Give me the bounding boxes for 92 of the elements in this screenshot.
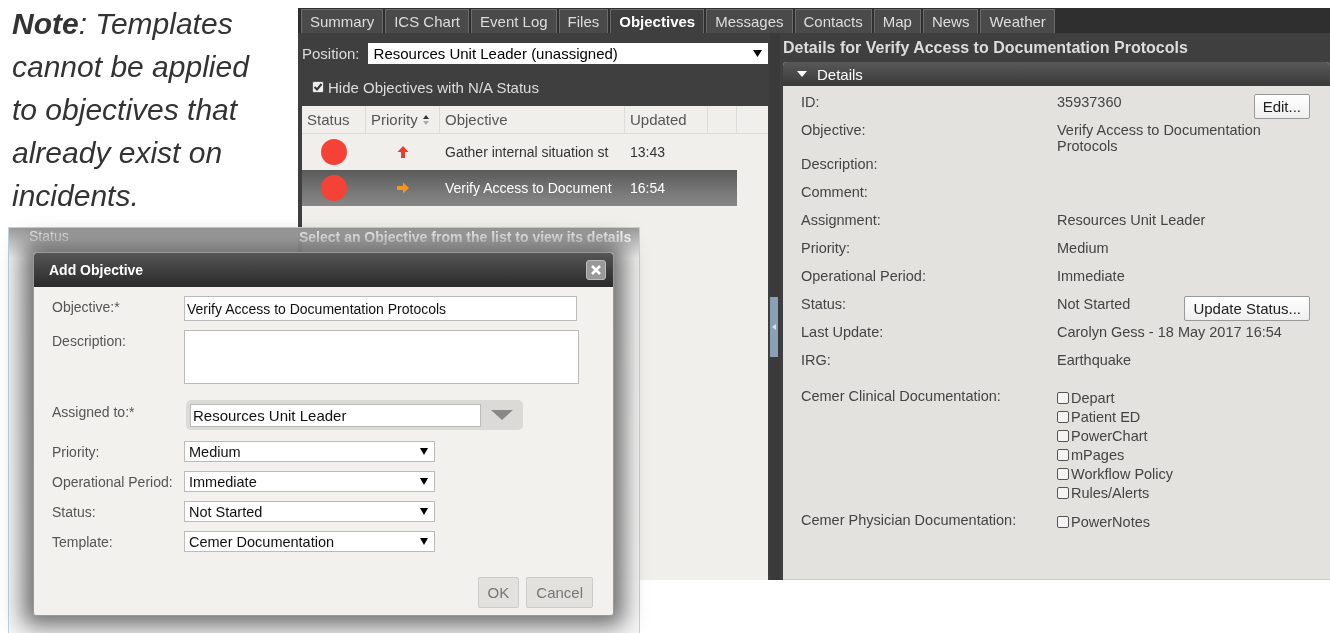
details-title: Details for Verify Access to Documentation Protocols: [783, 38, 1189, 58]
table-cell-text: 16:54: [629, 179, 667, 198]
field-label: Last Update:: [801, 323, 885, 340]
field-label: Assignment:: [801, 211, 882, 228]
column-header: Status: [29, 228, 69, 244]
field-value: Medium: [1057, 240, 1109, 256]
dialog-title: Add Objective: [49, 262, 144, 278]
field-value: Verify Access to Documentation Protocols: [1057, 122, 1261, 154]
field-label: Template:: [52, 533, 114, 550]
action-button[interactable]: Edit...: [1253, 94, 1310, 119]
field-label: Assigned to:*: [52, 403, 136, 420]
dialog-button[interactable]: Cancel: [526, 577, 593, 608]
field-label: Status:: [801, 295, 848, 312]
checkbox-label: PowerNotes: [1071, 513, 1150, 530]
field-label: Priority:: [801, 239, 852, 256]
dropdown[interactable]: Medium: [184, 441, 435, 462]
field-label: Operational Period:: [52, 473, 174, 490]
field-label: Status:: [52, 503, 97, 520]
dropdown[interactable]: Not Started: [184, 501, 435, 522]
table-cell-text: Verify Access to Document: [444, 179, 613, 198]
details-section-header[interactable]: Details: [783, 62, 1330, 86]
field-value: 35937360: [1057, 94, 1122, 110]
checkbox[interactable]: [1057, 448, 1069, 461]
field-label: Comment:: [801, 183, 869, 200]
position-dropdown[interactable]: Resources Unit Leader (unassigned): [367, 42, 768, 64]
field-label: Cemer Physician Documentation:: [801, 511, 1018, 528]
dropdown-arrow-icon: [420, 538, 428, 545]
table-row[interactable]: Gather internal situation st 13:43: [302, 134, 737, 170]
checkbox-label: Depart: [1071, 389, 1115, 406]
checkbox-label: Rules/Alerts: [1071, 484, 1150, 501]
table-cell-text: Gather internal situation st: [444, 143, 610, 162]
tab[interactable]: Weather: [980, 9, 1055, 33]
tab[interactable]: Event Log: [471, 9, 557, 33]
field-value: Resources Unit Leader: [1057, 212, 1206, 228]
table-cell-text: 13:43: [629, 143, 667, 162]
checkbox[interactable]: [312, 81, 324, 93]
field-label: Objective:: [801, 121, 867, 138]
hint-text: Select an Objective from the list to view its details: [299, 229, 632, 245]
tab[interactable]: Summary: [301, 9, 384, 33]
checkbox-label: Hide Objectives with N/A Status: [328, 78, 539, 96]
checkbox[interactable]: [1057, 467, 1069, 480]
dropdown-arrow-icon: [753, 49, 762, 57]
field-label: Description:: [52, 332, 127, 349]
field-label: Description:: [801, 155, 879, 172]
field-value: Not Started: [1057, 296, 1131, 312]
tab[interactable]: Map: [873, 9, 921, 33]
field-label: Objective:*: [52, 298, 121, 315]
dialog-button[interactable]: OK: [477, 577, 520, 608]
column-header[interactable]: Status: [302, 106, 366, 133]
field-label: Cemer Clinical Documentation:: [801, 387, 1002, 404]
column-header[interactable]: Priority: [366, 106, 440, 133]
dropdown[interactable]: Immediate: [184, 471, 435, 492]
tab[interactable]: ICS Chart: [385, 9, 470, 33]
checkbox-label: Workflow Policy: [1071, 465, 1174, 482]
field-label: Operational Period:: [801, 267, 927, 284]
position-label: Position:: [302, 44, 360, 62]
table-row[interactable]: Verify Access to Document 16:54: [302, 170, 737, 206]
tab[interactable]: News: [922, 9, 979, 33]
column-header[interactable]: Updated: [625, 106, 708, 133]
dropdown-arrow-icon: [420, 478, 428, 485]
action-button[interactable]: Update Status...: [1184, 296, 1310, 321]
combo-box[interactable]: Resources Unit Leader: [186, 400, 523, 430]
checkbox[interactable]: [1057, 429, 1069, 442]
field-label: IRG:: [801, 351, 832, 368]
checkbox-label: mPages: [1071, 446, 1125, 463]
checkbox[interactable]: [1057, 515, 1069, 528]
dropdown-arrow-icon: [491, 410, 513, 420]
tab[interactable]: Messages: [706, 9, 793, 33]
checkbox-label: PowerChart: [1071, 427, 1148, 444]
field-label: ID:: [801, 93, 821, 110]
description-field[interactable]: [184, 330, 579, 384]
caret-icon: [797, 71, 807, 77]
column-header[interactable]: Objective: [440, 106, 625, 133]
checkbox[interactable]: [1057, 410, 1069, 423]
checkbox-label: Patient ED: [1071, 408, 1141, 425]
dropdown-arrow-icon: [420, 508, 428, 515]
field-value: Immediate: [1057, 268, 1125, 284]
note-text: Note: Templates cannot be applied to objectives that already exist on incidents.: [12, 6, 251, 214]
close-icon: [591, 265, 601, 275]
checkbox[interactable]: [1057, 486, 1069, 499]
objective-input[interactable]: Verify Access to Documentation Protocols: [184, 296, 577, 321]
checkbox[interactable]: [1057, 391, 1069, 404]
tab[interactable]: Contacts: [794, 9, 872, 33]
dropdown-arrow-icon: [420, 448, 428, 455]
field-label: Priority:: [52, 443, 101, 460]
tab[interactable]: Files: [558, 9, 609, 33]
splitter-handle-icon[interactable]: [770, 296, 778, 357]
dropdown[interactable]: Cemer Documentation: [184, 531, 435, 552]
field-value: Carolyn Gess - 18 May 2017 16:54: [1057, 324, 1282, 340]
field-value: Earthquake: [1057, 352, 1132, 368]
tab[interactable]: Objectives: [610, 9, 705, 33]
close-button[interactable]: [586, 260, 606, 280]
